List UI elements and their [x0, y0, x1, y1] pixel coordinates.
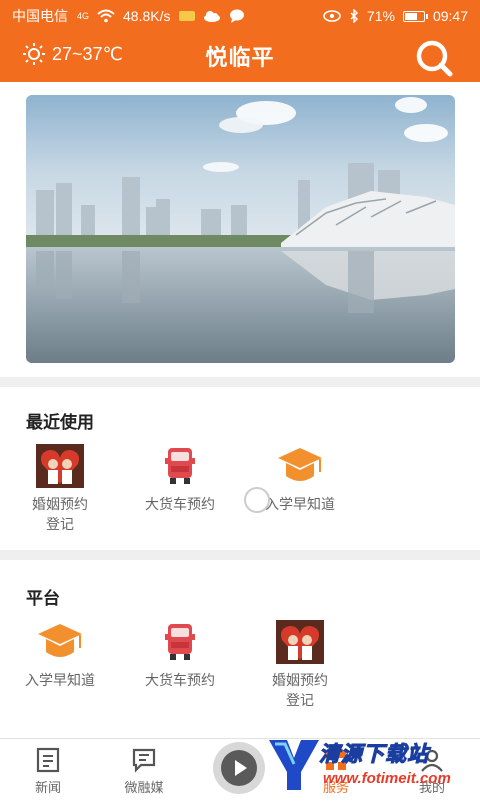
carrier-label: 中国电信	[12, 8, 68, 24]
bluetooth-icon	[350, 9, 358, 23]
recent-section-title: 最近使用	[26, 413, 94, 432]
message-icon	[229, 9, 244, 23]
watermark-logo-icon	[269, 740, 319, 790]
truck-icon	[165, 624, 195, 660]
tab-media[interactable]: 微融媒	[99, 747, 189, 796]
watermark-url: www.fotimeit.com	[323, 770, 451, 787]
loading-spinner	[244, 487, 270, 513]
status-bar: 中国电信 4G 48.8K/s 71% 09:47	[0, 0, 480, 32]
recent-item-label: 大货车预约	[145, 496, 215, 512]
tab-news[interactable]: 新闻	[3, 747, 93, 796]
platform-item-label: 婚姻预约登记	[272, 672, 328, 708]
recent-item-label: 婚姻预约登记	[32, 496, 88, 532]
truck-icon	[165, 448, 195, 484]
recent-item-truck[interactable]: 大货车预约	[120, 444, 240, 514]
tab-label: 新闻	[34, 780, 61, 795]
search-icon[interactable]	[414, 38, 454, 78]
graduation-cap-icon	[278, 448, 322, 481]
eye-icon	[323, 10, 341, 22]
notification-app-icon	[178, 11, 195, 21]
platform-section-title: 平台	[26, 589, 60, 608]
chat-icon	[132, 748, 156, 773]
watermark-text: 清源下载站	[319, 743, 429, 767]
banner-image[interactable]	[26, 95, 455, 363]
page-title: 悦临平	[205, 45, 275, 70]
cloud-icon	[203, 11, 220, 22]
tab-label: 微融媒	[124, 780, 164, 795]
marriage-icon	[276, 620, 324, 664]
news-icon	[36, 747, 60, 773]
section-divider	[0, 550, 480, 560]
platform-item-marriage[interactable]: 婚姻预约登记	[240, 620, 360, 710]
play-icon	[235, 760, 247, 776]
marriage-icon	[36, 444, 84, 488]
section-divider	[0, 377, 480, 387]
platform-item-label: 入学早知道	[25, 672, 95, 688]
platform-item-label: 大货车预约	[145, 672, 215, 688]
wifi-icon	[97, 9, 115, 23]
clock: 09:47	[432, 8, 468, 24]
floating-play-button[interactable]	[213, 742, 265, 794]
graduation-cap-icon	[38, 624, 82, 657]
network-speed: 48.8K/s	[123, 8, 171, 24]
signal-type: 4G	[77, 11, 90, 21]
battery-percent: 71%	[366, 8, 395, 24]
recent-item-marriage[interactable]: 婚姻预约登记	[0, 444, 120, 534]
platform-item-truck[interactable]: 大货车预约	[120, 620, 240, 690]
battery-icon	[402, 10, 428, 22]
platform-item-school[interactable]: 入学早知道	[0, 620, 120, 690]
app-header: 27~37℃ 悦临平	[0, 32, 480, 82]
watermark: 清源下载站 www.fotimeit.com	[267, 734, 472, 796]
